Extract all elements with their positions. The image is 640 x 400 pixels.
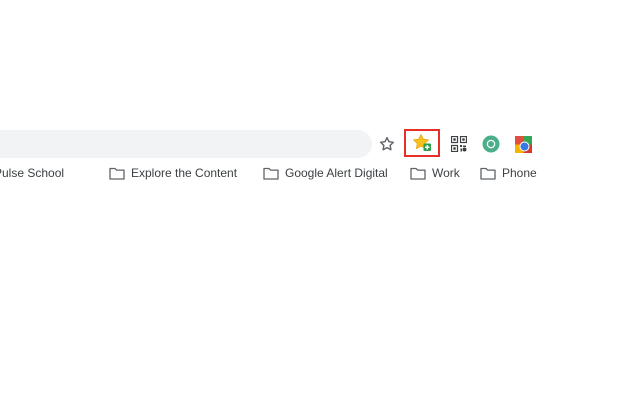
profile-avatar-icon — [482, 135, 500, 153]
colorful-extension-icon — [514, 135, 532, 153]
address-bar[interactable] — [0, 130, 372, 158]
bookmark-label: Pulse School — [0, 166, 65, 180]
bookmark-item[interactable]: Pulse School — [0, 165, 64, 181]
bookmark-folder[interactable]: Work — [410, 165, 460, 181]
folder-icon — [263, 167, 279, 180]
bookmark-label: Work — [432, 166, 460, 180]
bookmarks-bar: Pulse School Explore the Content Google … — [0, 162, 640, 182]
bookmark-folder[interactable]: Google Alert Digital — [263, 165, 388, 181]
bookmark-add-extension-button[interactable] — [404, 129, 440, 157]
bookmark-add-extension-icon — [413, 134, 431, 151]
bookmark-label: Explore the Content — [131, 166, 238, 180]
extension-button[interactable] — [512, 133, 534, 155]
bookmark-label: Google Alert Digital — [285, 166, 388, 180]
qr-code-button[interactable] — [448, 133, 470, 155]
bookmark-folder[interactable]: Phone — [480, 165, 537, 181]
qr-code-icon — [451, 136, 467, 152]
bookmark-star-button[interactable] — [376, 133, 398, 155]
bookmark-label: Phone — [502, 166, 537, 180]
star-outline-icon — [379, 136, 395, 151]
profile-button[interactable] — [480, 133, 502, 155]
folder-icon — [410, 167, 426, 180]
folder-icon — [480, 167, 496, 180]
browser-window: Pulse School Explore the Content Google … — [0, 0, 640, 400]
folder-icon — [109, 167, 125, 180]
bookmark-folder[interactable]: Explore the Content — [109, 165, 237, 181]
